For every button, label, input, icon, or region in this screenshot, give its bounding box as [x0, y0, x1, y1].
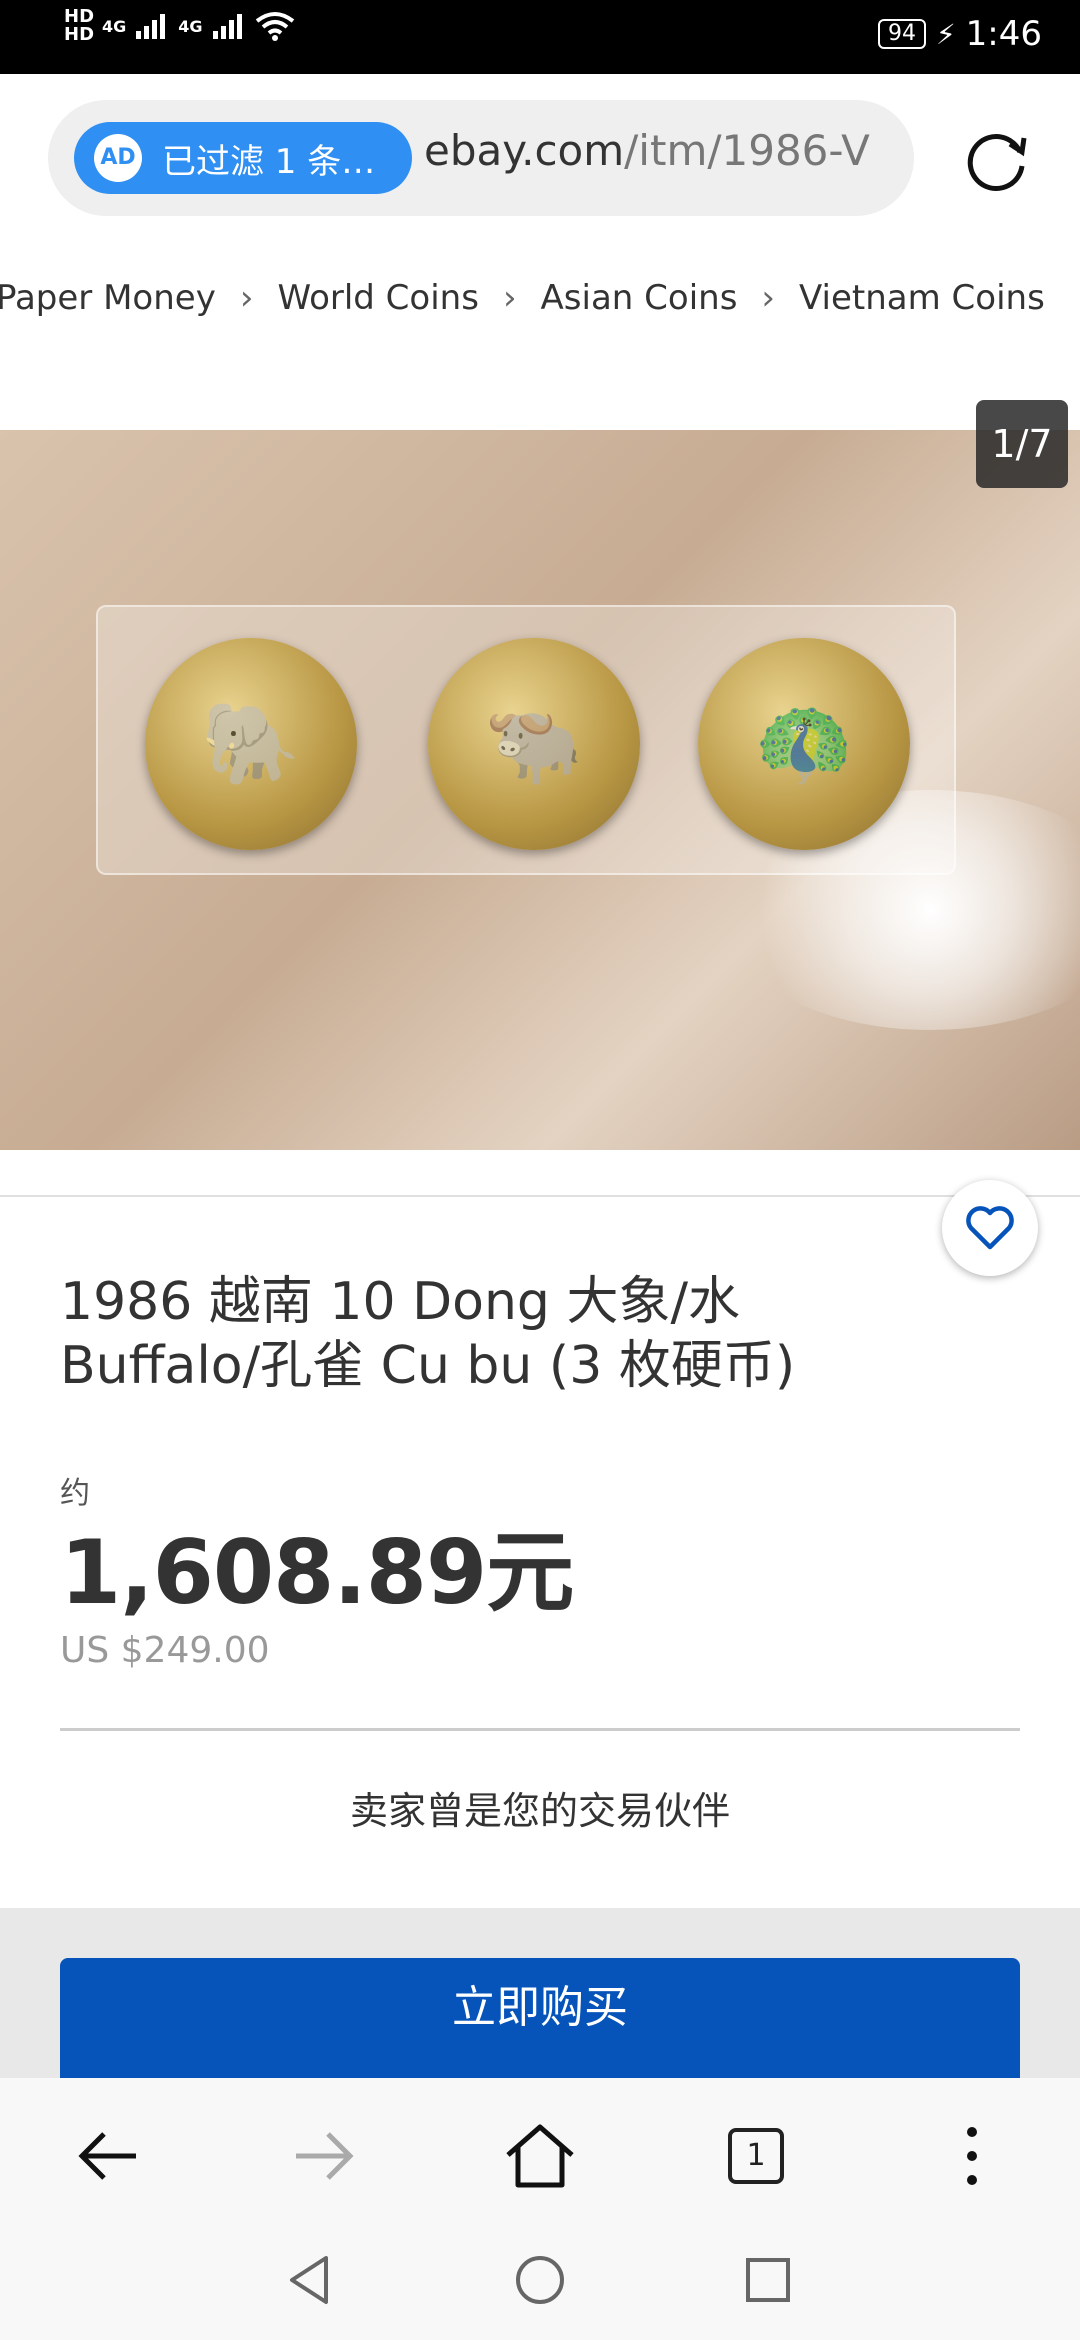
- breadcrumb-item[interactable]: Vietnam Coins: [799, 278, 1045, 318]
- listing-title: 1986 越南 10 Dong 大象/水 Buffalo/孔雀 Cu bu (3…: [60, 1272, 796, 1396]
- image-counter: 1/7: [976, 400, 1068, 488]
- coin-buffalo: 🐃: [428, 638, 640, 850]
- tabs-button[interactable]: 1: [712, 2112, 800, 2200]
- coin-elephant: 🐘: [145, 638, 357, 850]
- battery-indicator: 94: [877, 19, 926, 49]
- status-right: 94 ⚡ 1:46: [877, 14, 1042, 54]
- home-icon: [506, 2124, 574, 2188]
- signal-icon: [136, 14, 166, 39]
- forward-button[interactable]: [280, 2112, 368, 2200]
- nav-home-icon: [516, 2256, 564, 2304]
- status-left: HD HD 4G 4G: [64, 8, 295, 44]
- buy-now-button[interactable]: 立即购买: [60, 1958, 1020, 2078]
- coin-peacock: 🦚: [698, 638, 910, 850]
- divider: [0, 1195, 1080, 1197]
- network-label-2: 4G: [178, 16, 203, 36]
- chevron-right-icon: ›: [502, 278, 517, 318]
- hd-badge-2: HD: [64, 24, 95, 45]
- signal-icon: [212, 14, 242, 39]
- nav-home-button[interactable]: [508, 2248, 572, 2312]
- nav-recents-icon: [746, 2258, 790, 2302]
- nav-recents-button[interactable]: [736, 2248, 800, 2312]
- reload-icon: [967, 134, 1027, 192]
- more-menu-button[interactable]: [928, 2112, 1016, 2200]
- price-usd: US $249.00: [60, 1630, 270, 1671]
- tabs-icon: 1: [728, 2128, 784, 2184]
- divider: [60, 1728, 1020, 1731]
- breadcrumb-item[interactable]: World Coins: [277, 278, 479, 318]
- watch-button[interactable]: [942, 1180, 1038, 1276]
- chevron-right-icon: ›: [761, 278, 776, 318]
- heart-icon: [966, 1206, 1014, 1250]
- status-bar: HD HD 4G 4G 94 ⚡ 1:46: [0, 0, 1080, 74]
- seller-partner-note: 卖家曾是您的交易伙伴: [349, 1789, 730, 1833]
- ad-filter-pill[interactable]: AD 已过滤 1 条…: [74, 122, 412, 194]
- nav-back-button[interactable]: [278, 2248, 342, 2312]
- chevron-right-icon: ›: [239, 278, 254, 318]
- network-label-1: 4G: [102, 16, 127, 36]
- back-arrow-icon: [78, 2132, 136, 2180]
- ad-block-icon: AD: [94, 134, 142, 182]
- breadcrumb-item[interactable]: Asian Coins: [541, 278, 738, 318]
- back-button[interactable]: [64, 2112, 152, 2200]
- clock: 1:46: [965, 14, 1042, 54]
- breadcrumb: Paper Money › World Coins › Asian Coins …: [0, 278, 1045, 318]
- charging-icon: ⚡: [935, 17, 956, 51]
- address-bar[interactable]: AD 已过滤 1 条… ebay.com/itm/1986-V: [48, 100, 914, 216]
- url-path: /itm/1986-V: [624, 126, 870, 175]
- breadcrumb-item[interactable]: Paper Money: [0, 278, 216, 318]
- wifi-icon: [255, 12, 294, 41]
- product-image[interactable]: 🐘 🐃 🦚: [0, 430, 1080, 1150]
- url-domain: ebay.com: [424, 126, 625, 175]
- url-text[interactable]: ebay.com/itm/1986-V: [424, 126, 904, 175]
- forward-arrow-icon: [296, 2132, 354, 2180]
- reload-button[interactable]: [958, 122, 1034, 198]
- more-vert-icon: [967, 2127, 977, 2185]
- home-button[interactable]: [496, 2112, 584, 2200]
- price-cny: 1,608.89元: [60, 1521, 574, 1624]
- ad-filter-label: 已过滤 1 条…: [162, 141, 376, 182]
- nav-back-icon: [290, 2256, 328, 2304]
